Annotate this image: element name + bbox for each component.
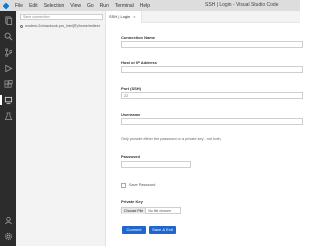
sidebar: Save connection modem-2x/macbook-pro_Int… <box>16 11 106 246</box>
file-status: No file chosen <box>148 209 171 213</box>
activity-bar <box>0 11 16 246</box>
window-title: SSH | Login - Visual Studio Code <box>205 2 279 8</box>
connection-icon <box>20 24 23 28</box>
ssh-login-form: Connection Name Host or IP Address Port … <box>106 23 303 246</box>
port-label: Port (SSH) <box>121 86 141 91</box>
title-bar: File Edit Selection View Go Run Terminal… <box>0 0 300 11</box>
menu-edit[interactable]: Edit <box>26 3 41 9</box>
connect-button[interactable]: Connect <box>122 226 146 234</box>
port-field[interactable]: 22 <box>121 92 303 99</box>
close-icon[interactable]: × <box>133 14 135 19</box>
explorer-icon[interactable] <box>3 15 13 25</box>
menu-go[interactable]: Go <box>84 3 97 9</box>
sidebar-item-connection[interactable]: modem-2x/macbook-pro_Intel(R)/home/redte… <box>20 23 106 29</box>
editor-tab-bar: SSH | Login × <box>106 11 300 23</box>
password-field[interactable] <box>121 161 191 168</box>
extensions-icon[interactable] <box>3 79 13 89</box>
tab-ssh-login[interactable]: SSH | Login × <box>106 11 142 23</box>
private-key-file-input[interactable]: Choose File No file chosen <box>121 207 181 214</box>
account-icon[interactable] <box>3 215 13 225</box>
save-exit-button[interactable]: Save & Exit <box>149 226 176 234</box>
private-key-label: Private Key <box>121 199 143 204</box>
remote-ssh-icon[interactable] <box>0 95 13 105</box>
host-label: Host or IP Address <box>121 60 157 65</box>
menu-help[interactable]: Help <box>137 3 153 9</box>
save-password-label: Save Password <box>129 183 156 187</box>
save-password-checkbox[interactable] <box>121 183 126 188</box>
vscode-logo-icon <box>0 0 12 11</box>
sidebar-item-label: modem-2x/macbook-pro_Intel(R)/home/redte… <box>25 24 100 28</box>
testing-icon[interactable] <box>3 111 13 121</box>
source-control-icon[interactable] <box>3 47 13 57</box>
host-field[interactable] <box>121 66 303 73</box>
credentials-hint: Only provide either the password or a pr… <box>121 137 222 141</box>
password-label: Password <box>121 154 140 159</box>
search-icon[interactable] <box>3 31 13 41</box>
menu-run[interactable]: Run <box>97 3 112 9</box>
connection-name-field[interactable] <box>121 41 303 48</box>
menu-file[interactable]: File <box>12 3 26 9</box>
tab-label: SSH | Login <box>109 14 131 19</box>
menu-view[interactable]: View <box>67 3 84 9</box>
menu-selection[interactable]: Selection <box>41 3 68 9</box>
username-label: Username <box>121 112 141 117</box>
choose-file-button[interactable]: Choose File <box>122 208 147 214</box>
sidebar-search-input[interactable]: Save connection <box>20 14 103 20</box>
settings-gear-icon[interactable] <box>3 231 13 241</box>
run-debug-icon[interactable] <box>3 63 13 73</box>
connection-name-label: Connection Name <box>121 35 156 40</box>
username-field[interactable] <box>121 118 303 125</box>
menu-terminal[interactable]: Terminal <box>112 3 137 9</box>
